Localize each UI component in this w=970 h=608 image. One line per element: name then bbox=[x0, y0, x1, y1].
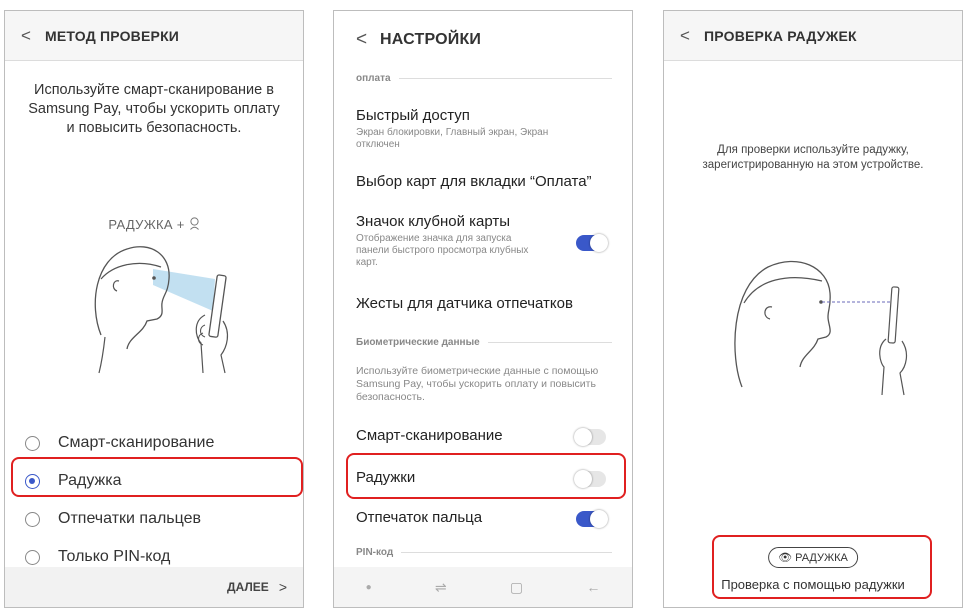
home-icon[interactable]: ▢ bbox=[510, 579, 523, 596]
back-nav-icon[interactable]: ← bbox=[586, 579, 600, 595]
back-arrow-icon[interactable]: < bbox=[680, 26, 692, 46]
setting-card-selection[interactable]: Выбор карт для вкладки “Оплата” bbox=[356, 173, 612, 190]
setting-club-card-icon[interactable]: Значок клубной карты Отображение значка … bbox=[356, 213, 612, 269]
page-title: МЕТОД ПРОВЕРКИ bbox=[45, 27, 180, 44]
back-arrow-icon[interactable]: < bbox=[21, 26, 33, 46]
screen-iris-verification: < ПРОВЕРКА РАДУЖЕК Для проверки использу… bbox=[663, 10, 963, 608]
setting-smart-scan[interactable]: Смарт-сканирование bbox=[356, 427, 612, 446]
chevron-right-icon: > bbox=[278, 579, 287, 595]
toggle-fingerprint[interactable] bbox=[576, 510, 608, 528]
screen-verification-method: < МЕТОД ПРОВЕРКИ Используйте смарт-скани… bbox=[4, 10, 304, 608]
toggle-club-card[interactable] bbox=[576, 234, 608, 252]
section-header-pin: PIN-код bbox=[356, 547, 612, 558]
toggle-smart-scan[interactable] bbox=[574, 428, 606, 446]
intro-text: Используйте смарт-сканирование в Samsung… bbox=[28, 82, 280, 136]
highlight-box-iris-setting bbox=[346, 453, 626, 499]
navigation-bar: ● ⇌ ▢ ← bbox=[334, 567, 632, 607]
page-title: ПРОВЕРКА РАДУЖЕК bbox=[704, 27, 857, 44]
header: < ПРОВЕРКА РАДУЖЕК bbox=[664, 11, 962, 61]
section-header-payment: оплата bbox=[356, 73, 612, 84]
illustration-caption: РАДУЖКА + bbox=[5, 217, 303, 232]
header: < НАСТРОЙКИ bbox=[334, 11, 632, 69]
section-header-biometric: Биометрические данные bbox=[356, 337, 612, 348]
biometric-description: Используйте биометрические данные с помо… bbox=[356, 365, 599, 403]
option-fingerprints[interactable]: Отпечатки пальцев bbox=[5, 500, 303, 538]
highlight-box-iris-verification bbox=[712, 535, 932, 599]
dot-icon: ● bbox=[365, 581, 372, 593]
header: < МЕТОД ПРОВЕРКИ bbox=[5, 11, 303, 61]
iris-scan-illustration bbox=[94, 246, 229, 374]
instruction-text: Для проверки используйте радужку, зареги… bbox=[702, 144, 924, 171]
radio-pin-only[interactable] bbox=[25, 549, 40, 565]
iris-scan-illustration bbox=[734, 260, 908, 396]
recent-apps-icon[interactable]: ⇌ bbox=[435, 579, 447, 596]
back-arrow-icon[interactable]: < bbox=[356, 29, 368, 51]
radio-fingerprints[interactable] bbox=[25, 511, 40, 527]
setting-quick-access[interactable]: Быстрый доступ Экран блокировки, Главный… bbox=[356, 107, 612, 151]
radio-smart-scan[interactable] bbox=[25, 435, 40, 451]
setting-fingerprint-gestures[interactable]: Жесты для датчика отпечатков bbox=[356, 295, 612, 312]
screen-settings: < НАСТРОЙКИ оплата Быстрый доступ Экран … bbox=[333, 10, 633, 608]
next-button[interactable]: ДАЛЕЕ > bbox=[5, 567, 303, 607]
highlight-box-iris-option bbox=[11, 457, 303, 497]
page-title: НАСТРОЙКИ bbox=[380, 31, 482, 48]
verification-method-options: Смарт-сканирование Радужка Отпечатки пал… bbox=[5, 424, 303, 576]
face-icon bbox=[189, 217, 199, 230]
setting-fingerprint[interactable]: Отпечаток пальца bbox=[356, 509, 612, 528]
